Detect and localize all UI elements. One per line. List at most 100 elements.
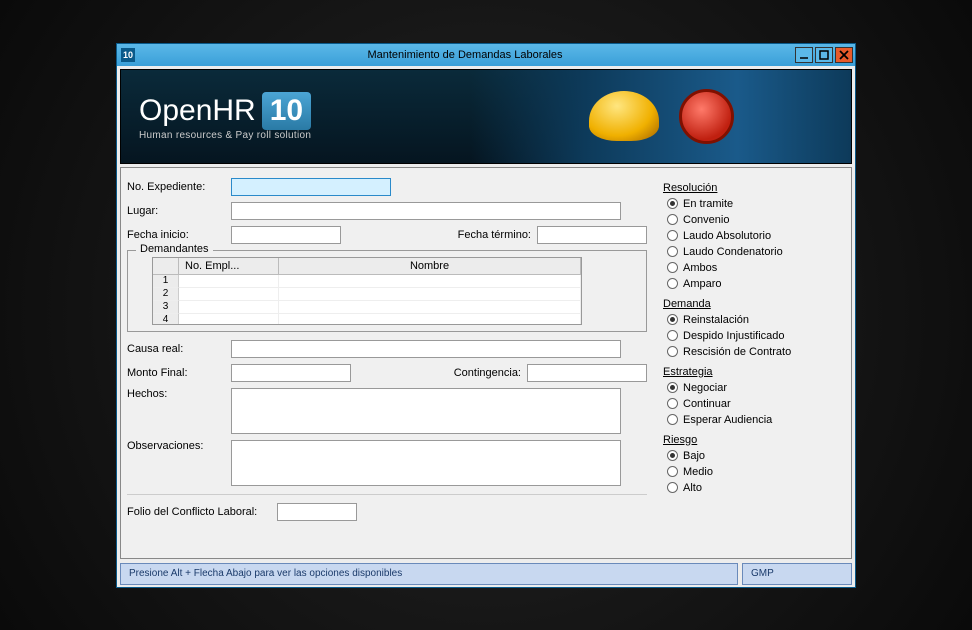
cell-no-empl[interactable] <box>179 314 279 325</box>
radio-label: Rescisión de Contrato <box>683 346 791 358</box>
status-hint: Presione Alt + Flecha Abajo para ver las… <box>120 563 738 585</box>
resolucion-option[interactable]: Laudo Absolutorio <box>663 228 841 244</box>
table-row[interactable]: 4 <box>153 314 581 325</box>
radio-icon <box>667 198 678 209</box>
cell-no-empl[interactable] <box>179 288 279 301</box>
monto-final-input[interactable] <box>231 364 351 382</box>
radio-icon <box>667 246 678 257</box>
right-column: Resolución En tramite Convenio Laudo Absol… <box>657 172 847 554</box>
causa-real-input[interactable] <box>231 340 621 358</box>
alarm-icon <box>679 89 734 144</box>
radio-label: Esperar Audiencia <box>683 414 772 426</box>
radio-icon <box>667 230 678 241</box>
demandantes-fieldset: Demandantes No. Empl... Nombre 1234 <box>127 250 647 332</box>
header-banner: OpenHR 10 Human resources & Pay roll sol… <box>120 69 852 164</box>
maximize-button[interactable] <box>815 47 833 63</box>
demanda-option[interactable]: Rescisión de Contrato <box>663 344 841 360</box>
table-row[interactable]: 2 <box>153 288 581 301</box>
estrategia-option[interactable]: Continuar <box>663 396 841 412</box>
fecha-inicio-input[interactable] <box>231 226 341 244</box>
col-nombre: Nombre <box>279 258 581 274</box>
radio-icon <box>667 382 678 393</box>
demanda-option[interactable]: Reinstalación <box>663 312 841 328</box>
minimize-button[interactable] <box>795 47 813 63</box>
cell-no-empl[interactable] <box>179 301 279 314</box>
lugar-input[interactable] <box>231 202 621 220</box>
banner-image <box>471 70 851 163</box>
fecha-inicio-label: Fecha inicio: <box>127 229 231 241</box>
close-button[interactable] <box>835 47 853 63</box>
radio-icon <box>667 262 678 273</box>
resolucion-option[interactable]: Amparo <box>663 276 841 292</box>
radio-label: En tramite <box>683 198 733 210</box>
radio-label: Alto <box>683 482 702 494</box>
row-header: 4 <box>153 314 179 325</box>
radio-icon <box>667 314 678 325</box>
monto-final-label: Monto Final: <box>127 367 231 379</box>
estrategia-title: Estrategia <box>663 366 841 378</box>
cell-nombre[interactable] <box>279 275 581 288</box>
radio-label: Laudo Absolutorio <box>683 230 771 242</box>
folio-input[interactable] <box>277 503 357 521</box>
cell-no-empl[interactable] <box>179 275 279 288</box>
observaciones-input[interactable] <box>231 440 621 486</box>
resolucion-option[interactable]: Laudo Condenatorio <box>663 244 841 260</box>
contingencia-label: Contingencia: <box>454 367 521 379</box>
demanda-option[interactable]: Despido Injustificado <box>663 328 841 344</box>
helmet-icon <box>589 91 659 141</box>
radio-label: Reinstalación <box>683 314 749 326</box>
radio-label: Continuar <box>683 398 731 410</box>
folio-label: Folio del Conflicto Laboral: <box>127 506 277 518</box>
logo-version-badge: 10 <box>262 92 311 130</box>
row-header: 2 <box>153 288 179 301</box>
riesgo-option[interactable]: Bajo <box>663 448 841 464</box>
contingencia-input[interactable] <box>527 364 647 382</box>
status-user: GMP <box>742 563 852 585</box>
titlebar: 10 Mantenimiento de Demandas Laborales <box>117 44 855 66</box>
riesgo-option[interactable]: Medio <box>663 464 841 480</box>
logo-tagline: Human resources & Pay roll solution <box>139 130 311 141</box>
logo: OpenHR 10 Human resources & Pay roll sol… <box>139 92 311 141</box>
resolucion-option[interactable]: Ambos <box>663 260 841 276</box>
row-header: 1 <box>153 275 179 288</box>
radio-icon <box>667 482 678 493</box>
resolucion-title: Resolución <box>663 182 841 194</box>
cell-nombre[interactable] <box>279 288 581 301</box>
resolucion-option[interactable]: En tramite <box>663 196 841 212</box>
resolucion-option[interactable]: Convenio <box>663 212 841 228</box>
hechos-input[interactable] <box>231 388 621 434</box>
table-row[interactable]: 1 <box>153 275 581 288</box>
radio-label: Negociar <box>683 382 727 394</box>
no-expediente-input[interactable] <box>231 178 391 196</box>
estrategia-option[interactable]: Esperar Audiencia <box>663 412 841 428</box>
radio-icon <box>667 450 678 461</box>
radio-icon <box>667 330 678 341</box>
radio-label: Bajo <box>683 450 705 462</box>
radio-label: Medio <box>683 466 713 478</box>
radio-label: Laudo Condenatorio <box>683 246 783 258</box>
no-expediente-label: No. Expediente: <box>127 181 231 193</box>
estrategia-option[interactable]: Negociar <box>663 380 841 396</box>
observaciones-label: Observaciones: <box>127 440 231 452</box>
window-controls <box>795 47 853 63</box>
row-header: 3 <box>153 301 179 314</box>
radio-icon <box>667 398 678 409</box>
lugar-label: Lugar: <box>127 205 231 217</box>
app-icon: 10 <box>121 48 135 62</box>
radio-icon <box>667 346 678 357</box>
app-window: 10 Mantenimiento de Demandas Laborales O… <box>116 43 856 588</box>
riesgo-option[interactable]: Alto <box>663 480 841 496</box>
fecha-termino-label: Fecha término: <box>458 229 531 241</box>
cell-nombre[interactable] <box>279 301 581 314</box>
fecha-termino-input[interactable] <box>537 226 647 244</box>
radio-label: Despido Injustificado <box>683 330 785 342</box>
radio-icon <box>667 214 678 225</box>
cell-nombre[interactable] <box>279 314 581 325</box>
radio-label: Convenio <box>683 214 729 226</box>
table-row[interactable]: 3 <box>153 301 581 314</box>
col-no-empl: No. Empl... <box>179 258 279 274</box>
demandantes-grid[interactable]: No. Empl... Nombre 1234 <box>152 257 582 325</box>
logo-name: OpenHR <box>139 94 256 128</box>
window-title: Mantenimiento de Demandas Laborales <box>135 49 795 61</box>
radio-icon <box>667 278 678 289</box>
